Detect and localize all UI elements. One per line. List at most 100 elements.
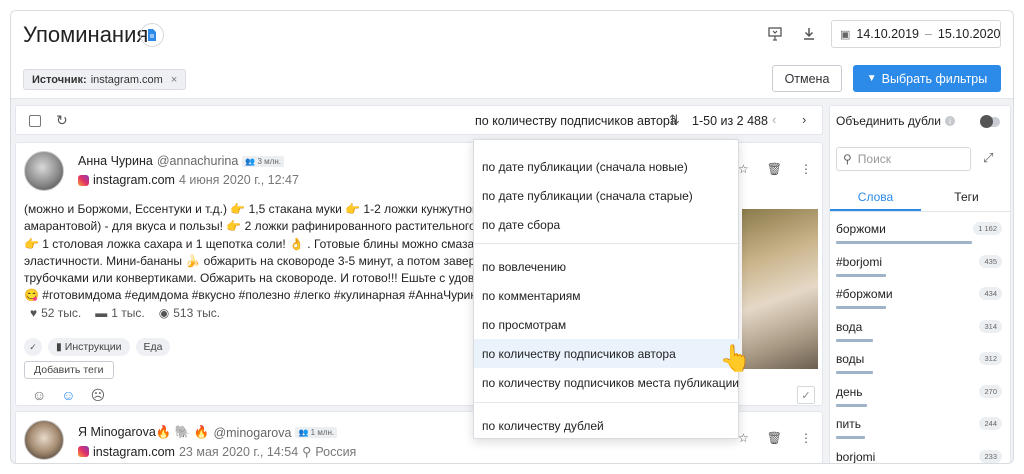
presentation-icon[interactable]: [766, 25, 784, 43]
tag-instructions-label: Инструкции: [64, 341, 122, 353]
document-icon[interactable]: [140, 23, 164, 47]
cancel-button[interactable]: Отмена: [772, 65, 842, 92]
sort-option[interactable]: по просмотрам: [474, 310, 740, 339]
bar-icon: ▮: [56, 341, 62, 353]
source-name[interactable]: instagram.com: [93, 445, 175, 459]
more-icon[interactable]: ⋮: [800, 162, 812, 176]
source-chip-label: Источник:: [32, 73, 87, 86]
subscribers-count: 1 млн.: [310, 428, 335, 437]
author-handle[interactable]: @minogarova: [213, 426, 291, 440]
mark-processed-button[interactable]: ✓: [797, 386, 815, 404]
source-line: instagram.com 23 мая 2020 г., 14:54 ⚲ Ро…: [78, 444, 356, 459]
download-icon[interactable]: [800, 25, 818, 43]
word-item[interactable]: боржоми 1 162: [836, 220, 1002, 253]
select-filters-button[interactable]: ▼ Выбрать фильтры: [853, 65, 1001, 92]
close-icon[interactable]: ×: [171, 74, 177, 86]
tag-food[interactable]: Еда: [135, 338, 171, 356]
likes-stat: ♥ 52 тыс.: [30, 306, 81, 320]
source-line: instagram.com 4 июня 2020 г., 12:47: [78, 173, 299, 187]
tag-instructions[interactable]: ▮ Инструкции: [48, 338, 130, 356]
hand-cursor-icon: 👆: [719, 343, 752, 373]
sort-option[interactable]: по дате сбора: [474, 210, 740, 239]
sentiment-row: ☺ ☺ ☹: [32, 387, 105, 404]
refresh-icon[interactable]: ↻: [56, 112, 68, 129]
word-item[interactable]: пить 244: [836, 415, 1002, 448]
select-all-checkbox[interactable]: [29, 115, 41, 127]
word-item[interactable]: воды 312: [836, 350, 1002, 383]
neutral-sentiment-icon[interactable]: ☺: [61, 387, 75, 404]
sort-option[interactable]: по вовлечению: [474, 252, 740, 281]
sort-option[interactable]: по количеству подписчиков автора: [474, 339, 740, 368]
post-image[interactable]: [742, 209, 818, 369]
tab-tags[interactable]: Теги: [921, 188, 1010, 211]
chevron-right-icon[interactable]: ›: [802, 112, 806, 127]
info-icon[interactable]: i: [945, 116, 956, 126]
word-label: воды: [836, 352, 865, 366]
word-frequency-bar: [836, 371, 873, 374]
negative-sentiment-icon[interactable]: ☹: [91, 387, 106, 404]
location-pin-icon: ⚲: [302, 445, 312, 459]
page-title: Упоминания: [23, 22, 149, 47]
trash-icon[interactable]: 🗑: [767, 162, 782, 176]
trash-icon[interactable]: 🗑: [767, 431, 782, 445]
add-tags-button[interactable]: Добавить теги: [24, 361, 114, 379]
comments-stat: ▬ 1 тыс.: [95, 306, 144, 320]
word-item[interactable]: #borjomi 435: [836, 253, 1002, 286]
post-date: 23 мая 2020 г., 14:54: [178, 444, 299, 459]
date-separator: –: [924, 27, 932, 41]
word-count-badge: 233: [979, 449, 1002, 463]
word-item[interactable]: вода 314: [836, 318, 1002, 351]
positive-sentiment-icon[interactable]: ☺: [32, 387, 46, 404]
word-label: #боржоми: [836, 287, 893, 301]
sort-option[interactable]: по дате публикации (сначала старые): [474, 181, 740, 210]
word-count-badge: 314: [979, 319, 1002, 333]
card-actions: ☆ 🗑 ⋮: [738, 431, 812, 445]
date-to: 15.10.2020: [937, 27, 1001, 41]
expand-icon[interactable]: ⤢: [983, 150, 993, 166]
sort-option[interactable]: по дате публикации (сначала новые): [474, 152, 740, 181]
word-item[interactable]: borjomi 233: [836, 448, 1002, 463]
post-location: Россия: [315, 444, 357, 459]
source-name[interactable]: instagram.com: [93, 173, 175, 187]
word-label: вода: [836, 319, 863, 334]
check-tag-icon[interactable]: ✓: [24, 338, 42, 356]
sort-option[interactable]: по комментариям: [474, 281, 740, 310]
source-filter-chip[interactable]: Источник: instagram.com ×: [23, 69, 187, 90]
app-frame: Упоминания ▣ 14.10.2019 – 15.10.2020 Ист…: [10, 10, 1014, 464]
filter-icon: ▼: [866, 73, 877, 84]
date-from: 14.10.2019: [856, 27, 919, 41]
search-placeholder: Поиск: [857, 152, 892, 166]
author-handle[interactable]: @annachurina: [157, 154, 239, 168]
card-actions: ☆ 🗑 ⋮: [738, 162, 812, 176]
tab-words[interactable]: Слова: [830, 188, 921, 211]
sort-option[interactable]: по количеству дублей: [474, 411, 740, 440]
word-count-badge: 244: [979, 417, 1002, 430]
word-item[interactable]: день 270: [836, 383, 1002, 416]
select-filters-label: Выбрать фильтры: [881, 71, 988, 86]
avatar[interactable]: [24, 151, 64, 191]
word-count-badge: 435: [979, 254, 1002, 268]
comments-count: 1 тыс.: [111, 306, 145, 320]
subscribers-badge: 👥 1 млн.: [295, 427, 338, 438]
post-text-line: 👉 1 столовая ложка сахара и 1 щепотка со…: [24, 236, 479, 251]
word-item[interactable]: #боржоми 434: [836, 285, 1002, 318]
panel-tabs: Слова Теги: [830, 188, 1010, 212]
sort-select[interactable]: по количеству подписчиков автора: [475, 114, 677, 128]
search-input[interactable]: ⚲ Поиск: [836, 147, 971, 171]
sort-order-icon[interactable]: ⇅: [669, 112, 680, 128]
more-icon[interactable]: ⋮: [800, 431, 812, 445]
merge-duplicates-toggle[interactable]: [980, 115, 1000, 128]
post-text-line: трубочками или конвертиками. Обжарить на…: [24, 271, 479, 286]
avatar[interactable]: [24, 420, 64, 460]
menu-divider: [474, 243, 740, 244]
author-name[interactable]: Анна Чурина: [78, 154, 153, 168]
word-frequency-bar: [836, 338, 873, 342]
heart-icon: ♥: [30, 306, 38, 320]
pagination-range: 1-50 из 2 488: [692, 114, 768, 128]
author-name[interactable]: Я Minogarova🔥 🐘 🔥: [78, 425, 209, 440]
date-range-picker[interactable]: ▣ 14.10.2019 – 15.10.2020: [831, 20, 1001, 48]
word-frequency-bar: [836, 403, 867, 407]
sort-option[interactable]: по количеству подписчиков места публикац…: [474, 368, 740, 397]
word-frequency-bar: [836, 436, 865, 439]
chevron-left-icon[interactable]: ‹: [772, 112, 776, 127]
